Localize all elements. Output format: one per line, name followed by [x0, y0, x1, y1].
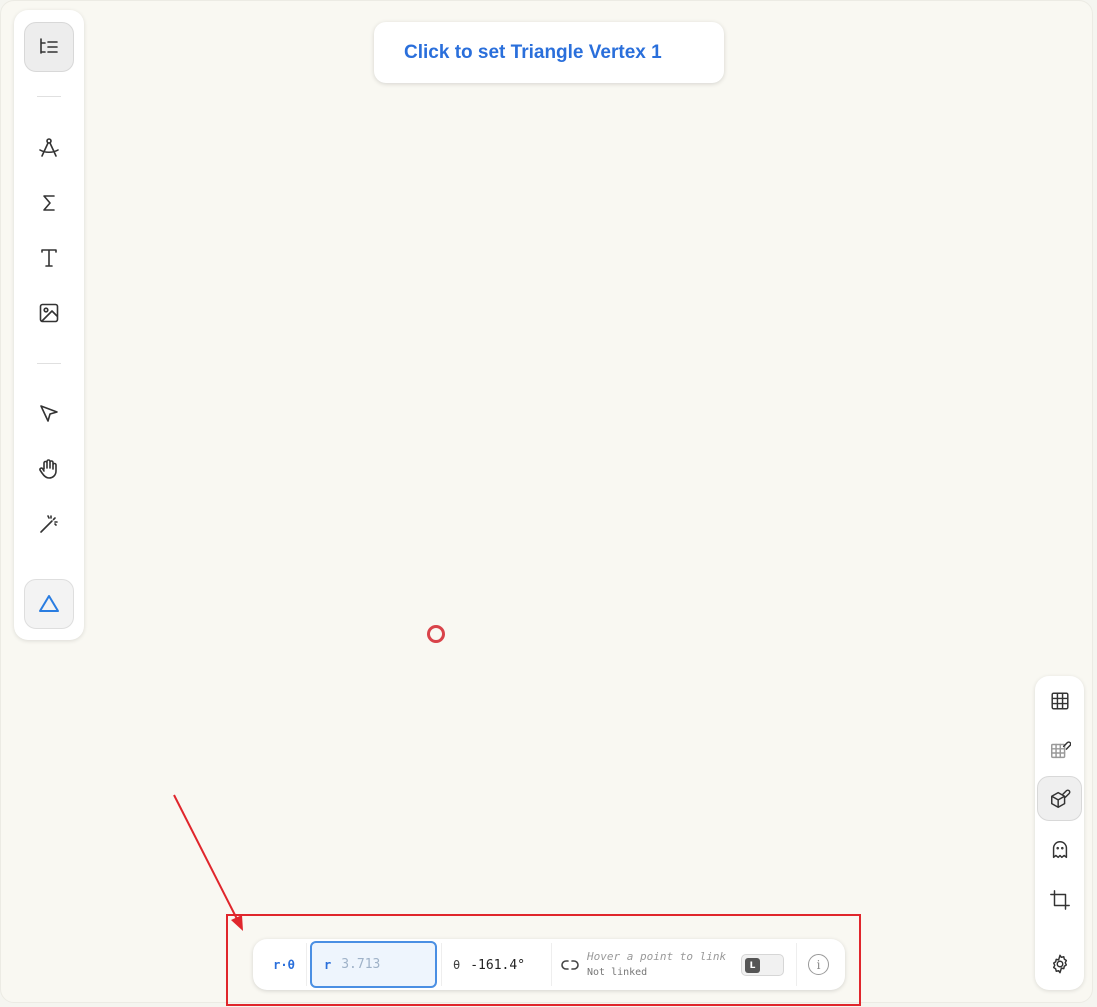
- settings-icon: [1052, 954, 1067, 973]
- grid-icon: [1050, 691, 1069, 710]
- r-field[interactable]: r: [310, 941, 437, 988]
- image-icon: [39, 303, 59, 323]
- image-button[interactable]: [24, 288, 74, 338]
- info-button[interactable]: i: [808, 954, 829, 975]
- bar-divider: [796, 943, 797, 986]
- coord-mode-toggle[interactable]: r·θ: [263, 951, 305, 979]
- settings-button[interactable]: [1037, 941, 1082, 986]
- compass-icon: [39, 138, 59, 157]
- drawing-canvas[interactable]: [0, 0, 1093, 1003]
- bar-divider: [306, 943, 307, 986]
- left-toolbar: [14, 10, 84, 640]
- magic-wand-icon: [40, 515, 58, 533]
- r-input[interactable]: [341, 957, 422, 972]
- bar-divider: [551, 943, 552, 986]
- right-toolbar: [1035, 676, 1084, 990]
- ghost-button[interactable]: [1037, 827, 1082, 872]
- coordinate-input-bar: r·θ r θ -161.4° Hover a point to link No…: [253, 939, 845, 990]
- hand-icon: [39, 459, 57, 479]
- ghost-icon: [1052, 840, 1067, 858]
- sigma-icon: [43, 195, 55, 211]
- outline-button[interactable]: [24, 22, 74, 72]
- select-button[interactable]: [24, 389, 74, 439]
- link-status: Not linked: [587, 967, 648, 978]
- grid-snap-icon: [1050, 740, 1071, 758]
- instruction-banner: Click to set Triangle Vertex 1: [374, 22, 724, 83]
- grid-snap-button[interactable]: [1037, 727, 1082, 772]
- compass-button[interactable]: [24, 123, 74, 173]
- text-button[interactable]: [24, 233, 74, 283]
- theta-value[interactable]: -161.4°: [470, 958, 525, 973]
- triangle-button[interactable]: [24, 579, 74, 629]
- toolbar-divider: [37, 363, 61, 364]
- lock-toggle-knob: L: [745, 958, 760, 973]
- theta-label: θ: [453, 958, 461, 972]
- lock-toggle[interactable]: L: [741, 954, 784, 976]
- bar-divider: [441, 943, 442, 986]
- cube-snap-button[interactable]: [1037, 776, 1082, 821]
- cursor-point-marker: [427, 625, 445, 643]
- pan-button[interactable]: [24, 444, 74, 494]
- crop-icon: [1049, 889, 1070, 910]
- link-icon: [561, 957, 579, 973]
- crop-button[interactable]: [1037, 877, 1082, 922]
- link-hover-hint: Hover a point to link: [587, 950, 727, 963]
- r-label: r: [324, 957, 332, 972]
- magic-wand-button[interactable]: [24, 499, 74, 549]
- formula-button[interactable]: [24, 178, 74, 228]
- cube-snap-icon: [1050, 789, 1070, 808]
- pointer-icon: [40, 405, 58, 422]
- toolbar-divider: [37, 96, 61, 97]
- grid-button[interactable]: [1037, 678, 1082, 723]
- text-icon: [41, 249, 57, 267]
- instruction-text: Click to set Triangle Vertex 1: [404, 41, 662, 63]
- theta-field[interactable]: θ -161.4°: [453, 951, 525, 979]
- outline-icon: [40, 38, 58, 54]
- triangle-icon: [39, 595, 59, 612]
